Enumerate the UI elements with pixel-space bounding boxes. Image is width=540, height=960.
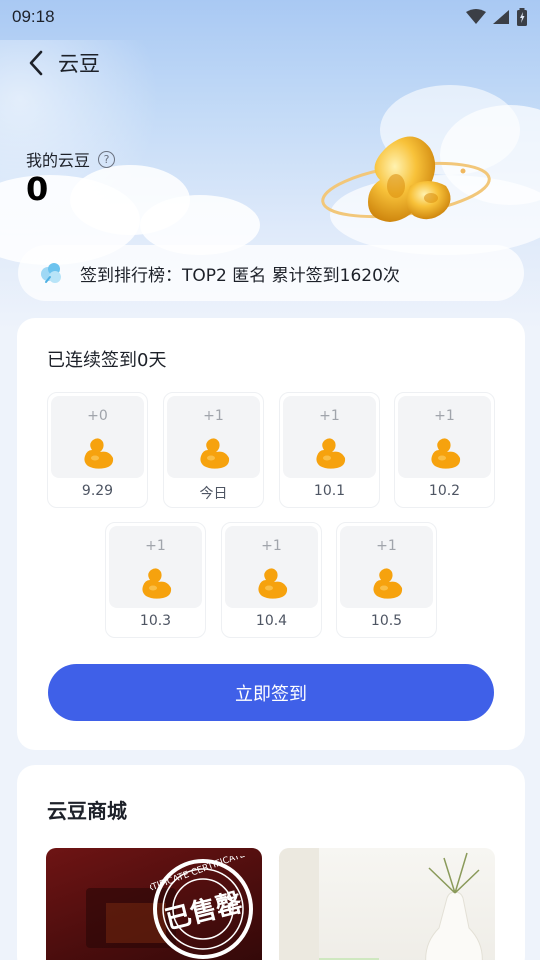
day-reward-box: +1 — [167, 396, 260, 478]
bean-icon — [373, 568, 403, 599]
product-image — [279, 848, 483, 960]
day-date: 今日 — [199, 486, 228, 502]
day-points: +0 — [87, 408, 108, 424]
checkin-day: +0 9.29 — [47, 392, 148, 508]
wifi-icon — [466, 9, 486, 24]
day-reward-box: +0 — [51, 396, 144, 478]
product-card[interactable]: CERTIFICATE CERTIFICATE 已售罄 — [46, 848, 262, 960]
mall-title: 云豆商城 — [47, 799, 127, 823]
day-date: 10.2 — [428, 483, 461, 499]
day-date: 10.4 — [255, 613, 288, 629]
nav-bar: 云豆 — [0, 42, 540, 84]
bean-icon — [258, 568, 288, 599]
back-button[interactable] — [14, 42, 58, 84]
day-reward-box: +1 — [340, 526, 433, 608]
day-points: +1 — [261, 538, 282, 554]
checkin-day: +1 10.4 — [221, 522, 322, 638]
day-reward-box: +1 — [398, 396, 491, 478]
back-arrow-icon — [29, 50, 43, 76]
checkin-button[interactable]: 立即签到 — [48, 664, 494, 721]
day-reward-box: +1 — [283, 396, 376, 478]
checkin-day: +1 10.5 — [336, 522, 437, 638]
battery-icon — [517, 8, 527, 26]
sold-out-stamp: CERTIFICATE CERTIFICATE 已售罄 — [150, 856, 256, 960]
checkin-day: +1 10.2 — [394, 392, 495, 508]
product-card[interactable] — [279, 848, 495, 960]
ranking-banner[interactable]: 签到排行榜：TOP2 匿名 累计签到1620次 — [18, 245, 524, 301]
signal-icon — [493, 10, 509, 24]
ranking-text: 签到排行榜：TOP2 匿名 累计签到1620次 — [80, 265, 400, 286]
help-icon[interactable]: ? — [98, 150, 116, 168]
golden-bean-illustration — [321, 136, 491, 222]
balance-label-row: 我的云豆 ? — [26, 147, 116, 171]
checkin-card: 已连续签到0天 +0 9.29 +1 今日 +1 10.1 +1 10.2 +1 10.3 +1 10… — [17, 318, 525, 750]
page-title: 云豆 — [58, 52, 100, 76]
day-date: 9.29 — [81, 483, 114, 499]
day-reward-box: +1 — [109, 526, 202, 608]
day-points: +1 — [319, 408, 340, 424]
streak-text: 已连续签到0天 — [47, 350, 167, 371]
checkin-day: +1 10.3 — [105, 522, 206, 638]
day-points: +1 — [434, 408, 455, 424]
cloud-bean-icon — [41, 263, 61, 283]
status-bar: 09:18 — [0, 0, 540, 34]
bean-icon — [84, 438, 114, 469]
bean-icon — [431, 438, 461, 469]
day-date: 10.3 — [139, 613, 172, 629]
day-points: +1 — [203, 408, 224, 424]
mall-card: 云豆商城 CERTIFICATE CERTIFICATE 已售罄 — [17, 765, 525, 960]
day-date: 10.5 — [370, 613, 403, 629]
day-points: +1 — [376, 538, 397, 554]
day-points: +1 — [145, 538, 166, 554]
balance-label: 我的云豆 — [26, 151, 91, 170]
checkin-day: +1 10.1 — [279, 392, 380, 508]
balance-value: 0 — [26, 170, 49, 208]
day-date: 10.1 — [313, 483, 346, 499]
bean-icon — [316, 438, 346, 469]
day-reward-box: +1 — [225, 526, 318, 608]
sold-out-label: 已售罄 — [162, 887, 246, 936]
status-time: 09:18 — [12, 7, 55, 26]
bean-icon — [200, 438, 230, 469]
checkin-day: +1 今日 — [163, 392, 264, 508]
bean-icon — [142, 568, 172, 599]
